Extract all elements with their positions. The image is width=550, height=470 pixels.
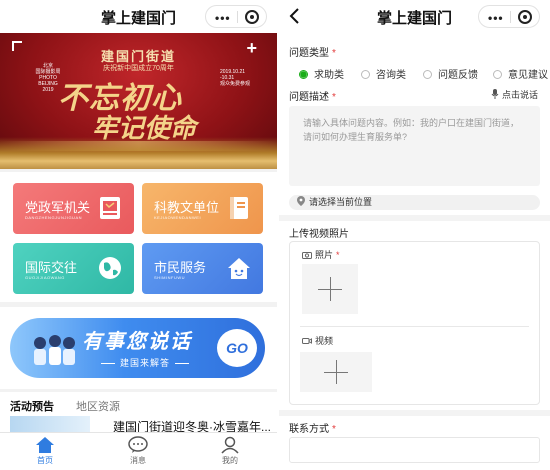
radio-feedback[interactable]: 问题反馈 xyxy=(423,66,478,81)
tile-title: 党政军机关 xyxy=(25,200,91,215)
location-selector[interactable]: 请选择当前位置 xyxy=(289,195,540,210)
message-icon xyxy=(128,436,148,453)
category-grid: 党政军机关 DANGZHENGJUNJIGUAN 科教文单位 KEJIAOWEN… xyxy=(0,172,277,302)
camera-icon xyxy=(302,252,312,259)
flag-book-icon xyxy=(100,197,120,219)
home-navbar: 掌上建国门 ••• xyxy=(0,0,277,33)
media-divider xyxy=(300,326,529,327)
activity-section: 活动预告 地区资源 建国门街道迎冬奥·冰雪嘉年... xyxy=(0,392,277,434)
photo-upload-button[interactable] xyxy=(302,264,358,314)
mini-program-capsule: ••• xyxy=(478,5,540,28)
video-label: 视频 xyxy=(302,334,333,347)
required-mark: * xyxy=(332,424,336,435)
tile-subtitle: SHIMINFUWU xyxy=(154,275,185,280)
house-icon xyxy=(228,258,250,279)
photo-label: 照片 * xyxy=(302,248,340,261)
people-illustration-icon xyxy=(34,335,75,365)
form-navbar: 掌上建国门 ••• xyxy=(279,0,550,33)
book-icon xyxy=(230,197,248,219)
user-icon xyxy=(221,436,239,454)
capsule-divider xyxy=(237,11,238,23)
mini-program-capsule: ••• xyxy=(205,5,267,28)
radio-label: 意见建议 xyxy=(508,70,548,81)
radio-label: 问题反馈 xyxy=(438,70,478,81)
activity-thumbnail[interactable] xyxy=(10,416,90,432)
radio-unchecked-icon xyxy=(493,70,502,79)
description-textarea[interactable]: 请输入具体问题内容。例如：我的户口在建国门街道，请问如何办理生育服务单? xyxy=(289,106,540,186)
video-label-text: 视频 xyxy=(315,336,334,346)
close-target-icon[interactable] xyxy=(245,10,259,24)
tile-international-exchange[interactable]: 国际交往 GUOJIJIAOWANG xyxy=(13,243,134,294)
tile-subtitle: KEJIAOWENDANWEI xyxy=(154,215,202,220)
tab-activity-preview[interactable]: 活动预告 xyxy=(10,398,54,414)
tab-messages[interactable]: 消息 xyxy=(108,436,168,466)
radio-unchecked-icon xyxy=(423,70,432,79)
globe-icon xyxy=(99,257,121,279)
media-upload-box: 照片 * 视频 xyxy=(289,241,540,405)
radio-label: 咨询类 xyxy=(376,70,406,81)
radio-unchecked-icon xyxy=(361,70,370,79)
media-section-label: 上传视频照片 xyxy=(289,229,349,240)
photo-label-text: 照片 xyxy=(315,250,334,260)
speak-banner-section: 有事您说话 建国来解答 GO xyxy=(0,307,277,389)
radio-label: 求助类 xyxy=(314,70,344,81)
tile-title: 科教文单位 xyxy=(154,200,220,215)
required-mark: * xyxy=(336,250,340,260)
question-type-label: 问题类型 * xyxy=(289,44,336,59)
go-button[interactable]: GO xyxy=(217,329,257,367)
field-label-text: 问题描述 xyxy=(289,92,329,103)
radio-consult[interactable]: 咨询类 xyxy=(361,66,406,81)
banner-date-text: 2019.10.21 -10.31 观众免费参观 xyxy=(220,69,251,87)
voice-input-label: 点击说话 xyxy=(501,90,538,100)
video-upload-button[interactable] xyxy=(300,352,372,392)
tab-label: 首页 xyxy=(37,456,53,465)
tile-science-education[interactable]: 科教文单位 KEJIAOWENDANWEI xyxy=(142,183,263,234)
capsule-divider xyxy=(510,11,511,23)
close-target-icon[interactable] xyxy=(518,10,532,24)
field-label-text: 联系方式 xyxy=(289,424,329,435)
more-menu-button[interactable]: ••• xyxy=(488,11,504,25)
tab-home[interactable]: 首页 xyxy=(15,436,75,466)
description-label: 问题描述 * xyxy=(289,88,336,103)
tile-title: 国际交往 xyxy=(25,260,78,275)
question-form-screen: 掌上建国门 ••• 问题类型 * 求助类 咨询类 问题反馈 意见建议 问题描述 * … xyxy=(279,0,550,470)
tile-party-government[interactable]: 党政军机关 DANGZHENGJUNJIGUAN xyxy=(13,183,134,234)
tab-label: 消息 xyxy=(130,456,146,465)
tile-title: 市民服务 xyxy=(154,260,207,275)
contact-label: 联系方式 * xyxy=(289,420,336,435)
radio-help[interactable]: 求助类 xyxy=(299,66,344,81)
tile-subtitle: GUOJIJIAOWANG xyxy=(25,275,65,280)
required-mark: * xyxy=(332,92,336,103)
bottom-tabbar: 首页 消息 我的 xyxy=(0,432,277,470)
more-menu-button[interactable]: ••• xyxy=(215,11,231,25)
contact-input[interactable] xyxy=(289,437,540,463)
speak-banner-title: 有事您说话 xyxy=(82,331,192,353)
section-divider xyxy=(279,410,550,416)
speak-banner-subtitle: 建国来解答 xyxy=(96,356,194,369)
required-mark: * xyxy=(332,48,336,59)
speak-banner[interactable]: 有事您说话 建国来解答 GO xyxy=(10,318,265,378)
radio-checked-icon xyxy=(299,70,308,79)
tab-label: 我的 xyxy=(222,456,238,465)
hero-banner[interactable]: + 建国门街道 庆祝新中国成立70周年 北京 国际摄影周 PHOTO BEIJI… xyxy=(0,33,277,169)
video-camera-icon xyxy=(302,338,312,344)
tile-subtitle: DANGZHENGJUNJIGUAN xyxy=(25,215,83,220)
tab-mine[interactable]: 我的 xyxy=(200,436,260,466)
location-pin-icon xyxy=(297,196,305,206)
banner-gold-ribbon xyxy=(0,137,277,169)
microphone-icon xyxy=(492,89,499,99)
location-text: 请选择当前位置 xyxy=(309,197,373,207)
voice-input-button[interactable]: 点击说话 xyxy=(491,88,538,101)
home-icon xyxy=(36,437,54,453)
tile-citizen-service[interactable]: 市民服务 SHIMINFUWU xyxy=(142,243,263,294)
section-divider xyxy=(279,215,550,221)
radio-suggestion[interactable]: 意见建议 xyxy=(493,66,548,81)
field-label-text: 问题类型 xyxy=(289,48,329,59)
tab-regional-resources[interactable]: 地区资源 xyxy=(76,398,120,414)
home-screen: 掌上建国门 ••• + 建国门街道 庆祝新中国成立70周年 北京 国际摄影周 P… xyxy=(0,0,277,470)
